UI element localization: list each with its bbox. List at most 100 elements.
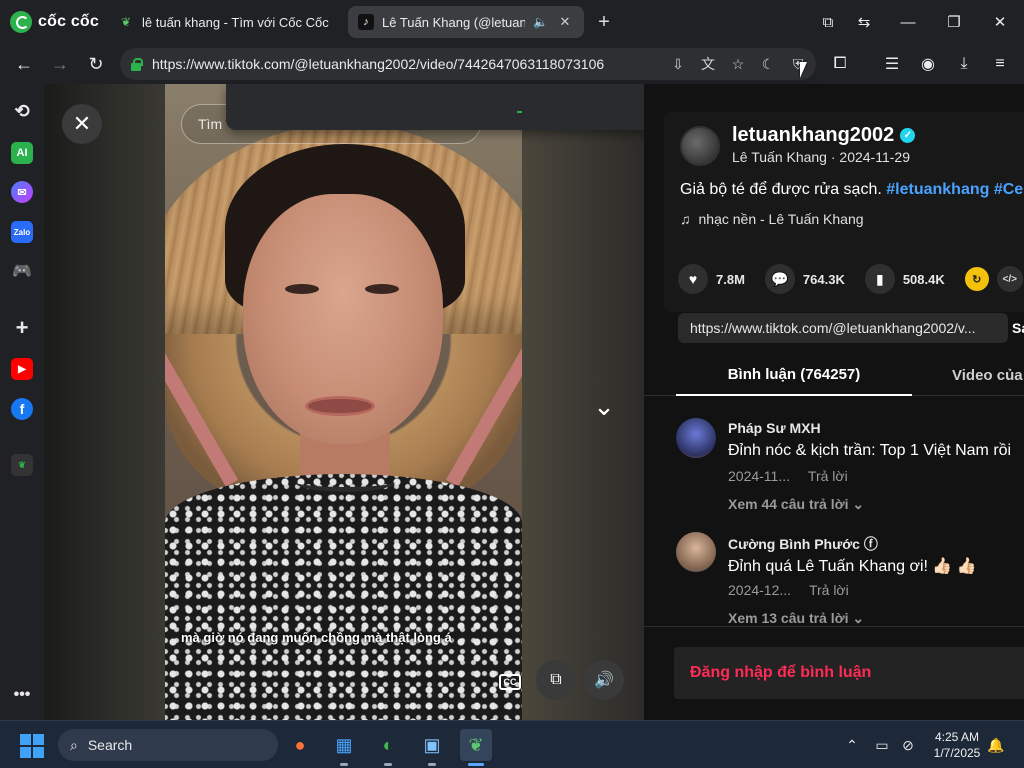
- tab-search-results[interactable]: ❦ lê tuấn khang - Tìm với Cốc Cốc: [108, 6, 344, 38]
- more-options-icon[interactable]: •••: [11, 684, 33, 706]
- hashtag-link[interactable]: #letuankhang: [886, 181, 989, 198]
- search-icon: ⌕: [70, 736, 78, 753]
- browser-brand[interactable]: cốc cốc: [10, 8, 99, 36]
- comment-button[interactable]: 💬 764.3K: [764, 264, 845, 294]
- reply-link[interactable]: Trả lời: [808, 468, 848, 484]
- start-button[interactable]: [20, 734, 44, 758]
- screen-capture-icon[interactable]: ⧉: [814, 8, 842, 36]
- coccoc-taskbar-icon[interactable]: ❦: [460, 729, 492, 761]
- remote-desktop-icon[interactable]: ▣: [416, 729, 448, 761]
- running-indicator: [340, 763, 348, 766]
- comment-text: Đỉnh nóc & kịch trần: Top 1 Việt Nam rồi: [728, 442, 1012, 459]
- downloads-icon[interactable]: ⤓: [952, 52, 976, 76]
- ai-assistant-icon[interactable]: AI: [11, 142, 33, 164]
- panel-tabs: Bình luận (764257) Video của n: [644, 354, 1024, 396]
- translate-icon[interactable]: 文: [698, 54, 718, 74]
- restore-button[interactable]: ❐: [940, 8, 968, 36]
- coccoc-logo-icon: [10, 11, 32, 33]
- picture-in-picture-button[interactable]: ⧉: [536, 660, 576, 700]
- share-coin-icon[interactable]: ↻: [964, 267, 989, 291]
- facebook-icon[interactable]: f: [11, 398, 33, 420]
- tab-title: lê tuấn khang - Tìm với Cốc Cốc: [142, 14, 329, 30]
- notification-bell-icon[interactable]: 🔔: [986, 735, 1006, 755]
- games-icon[interactable]: 🎮: [11, 260, 33, 282]
- close-window-button[interactable]: ✕: [986, 8, 1014, 36]
- minimize-button[interactable]: —: [894, 8, 922, 36]
- popup-indicator: [517, 111, 522, 113]
- next-video-icon[interactable]: ⌄: [584, 386, 624, 426]
- firefox-icon[interactable]: ●: [284, 729, 316, 761]
- hashtag-link[interactable]: #Ce: [994, 181, 1023, 198]
- video-backdrop-right: [522, 84, 644, 720]
- tab-creator-videos[interactable]: Video của n: [952, 354, 1024, 396]
- network-icon[interactable]: ⊘: [898, 735, 918, 755]
- add-sidebar-app-icon[interactable]: +: [11, 315, 33, 340]
- dark-mode-icon[interactable]: ☾: [758, 54, 778, 74]
- brand-name: cốc cốc: [38, 13, 99, 30]
- menu-icon[interactable]: ≡: [988, 52, 1012, 76]
- music-link[interactable]: ♫ nhạc nền - Lê Tuấn Khang: [680, 211, 864, 227]
- close-tab-icon[interactable]: ✕: [556, 13, 574, 31]
- collar: [295, 472, 395, 492]
- profile-icon[interactable]: ◉: [916, 52, 940, 76]
- system-clock[interactable]: 4:25 AM 1/7/2025: [926, 729, 988, 761]
- reload-button[interactable]: ↻: [82, 50, 110, 78]
- windows-logo-tile: [20, 747, 31, 758]
- windows-logo-tile: [20, 734, 31, 745]
- copy-link-button[interactable]: Sa: [1012, 313, 1024, 343]
- bookmark-star-icon[interactable]: ☆: [728, 54, 748, 74]
- zalo-icon[interactable]: Zalo: [11, 221, 33, 243]
- taskbar-search-box[interactable]: ⌕ Search: [58, 729, 278, 761]
- download-video-icon[interactable]: ⇩: [668, 54, 688, 74]
- volume-button[interactable]: 🔊: [584, 660, 624, 700]
- extensions-icon[interactable]: ⧠: [828, 52, 852, 76]
- video-frame[interactable]: Tìm mà giờ nó đang muốn chồng mà thật lò…: [165, 84, 522, 720]
- lock-icon[interactable]: [130, 57, 143, 71]
- right-eye: [365, 284, 399, 294]
- like-button[interactable]: ♥ 7.8M: [678, 264, 745, 294]
- login-to-comment-button[interactable]: Đăng nhập để bình luận: [674, 647, 1024, 699]
- author-meta: Lê Tuấn Khang · 2024-11-29: [732, 149, 910, 165]
- share-link-field[interactable]: https://www.tiktok.com/@letuankhang2002/…: [678, 313, 1008, 343]
- tab-comments[interactable]: Bình luận (764257): [676, 354, 912, 396]
- bookmark-icon: ▮: [864, 264, 895, 294]
- save-button[interactable]: ▮ 508.4K: [864, 264, 945, 294]
- tab-tiktok[interactable]: ♪ Lê Tuấn Khang (@letuank 🔈 ✕: [348, 6, 584, 38]
- mouse-cursor: [800, 62, 807, 78]
- address-bar[interactable]: https://www.tiktok.com/@letuankhang2002/…: [120, 48, 816, 80]
- post-details-panel: letuankhang2002 ✓ Lê Tuấn Khang · 2024-1…: [644, 84, 1024, 720]
- forward-button[interactable]: →: [46, 50, 74, 78]
- media-control-icon[interactable]: ☰: [880, 52, 904, 76]
- embed-code-icon[interactable]: </>: [996, 266, 1023, 292]
- back-button[interactable]: ←: [10, 50, 38, 78]
- commenter-name[interactable]: Cường Bình Phước ⓕ: [728, 534, 878, 554]
- author-avatar[interactable]: [680, 126, 720, 166]
- messenger-icon[interactable]: ✉: [11, 181, 33, 203]
- coccoc-2024-icon[interactable]: ❦: [11, 454, 33, 476]
- clock-date: 1/7/2025: [933, 746, 981, 760]
- sidebar-toggle-icon[interactable]: ⇆: [850, 8, 878, 36]
- author-username[interactable]: letuankhang2002 ✓: [732, 124, 916, 147]
- toolbar: ← → ↻ https://www.tiktok.com/@letuankhan…: [0, 44, 1024, 84]
- youtube-icon[interactable]: ▶: [11, 358, 33, 380]
- captions-button[interactable]: CC: [499, 674, 521, 690]
- display-icon[interactable]: ▭: [872, 735, 892, 755]
- view-replies-link[interactable]: Xem 13 câu trả lời ⌄: [728, 610, 864, 627]
- commenter-name[interactable]: Pháp Sư MXH: [728, 420, 821, 436]
- comment-date: 2024-12...: [728, 582, 792, 598]
- reply-link[interactable]: Trả lời: [809, 582, 849, 598]
- commenter-avatar[interactable]: [676, 532, 716, 572]
- show-hidden-icons-chevron-up-icon[interactable]: ⌃: [842, 735, 862, 755]
- windows-logo-tile: [33, 734, 44, 745]
- history-icon[interactable]: ⟲: [11, 100, 33, 122]
- active-indicator: [468, 763, 484, 766]
- audio-playing-icon[interactable]: 🔈: [533, 15, 548, 29]
- new-tab-button[interactable]: +: [592, 10, 616, 34]
- commenter-avatar[interactable]: [676, 418, 716, 458]
- browser-app-icon[interactable]: ◐: [372, 729, 404, 761]
- comment-footer: Đăng nhập để bình luận: [644, 626, 1024, 720]
- view-replies-link[interactable]: Xem 44 câu trả lời ⌄: [728, 496, 864, 513]
- mouth: [305, 396, 375, 416]
- photos-app-icon[interactable]: ▦: [328, 729, 360, 761]
- close-video-button[interactable]: ✕: [62, 104, 102, 144]
